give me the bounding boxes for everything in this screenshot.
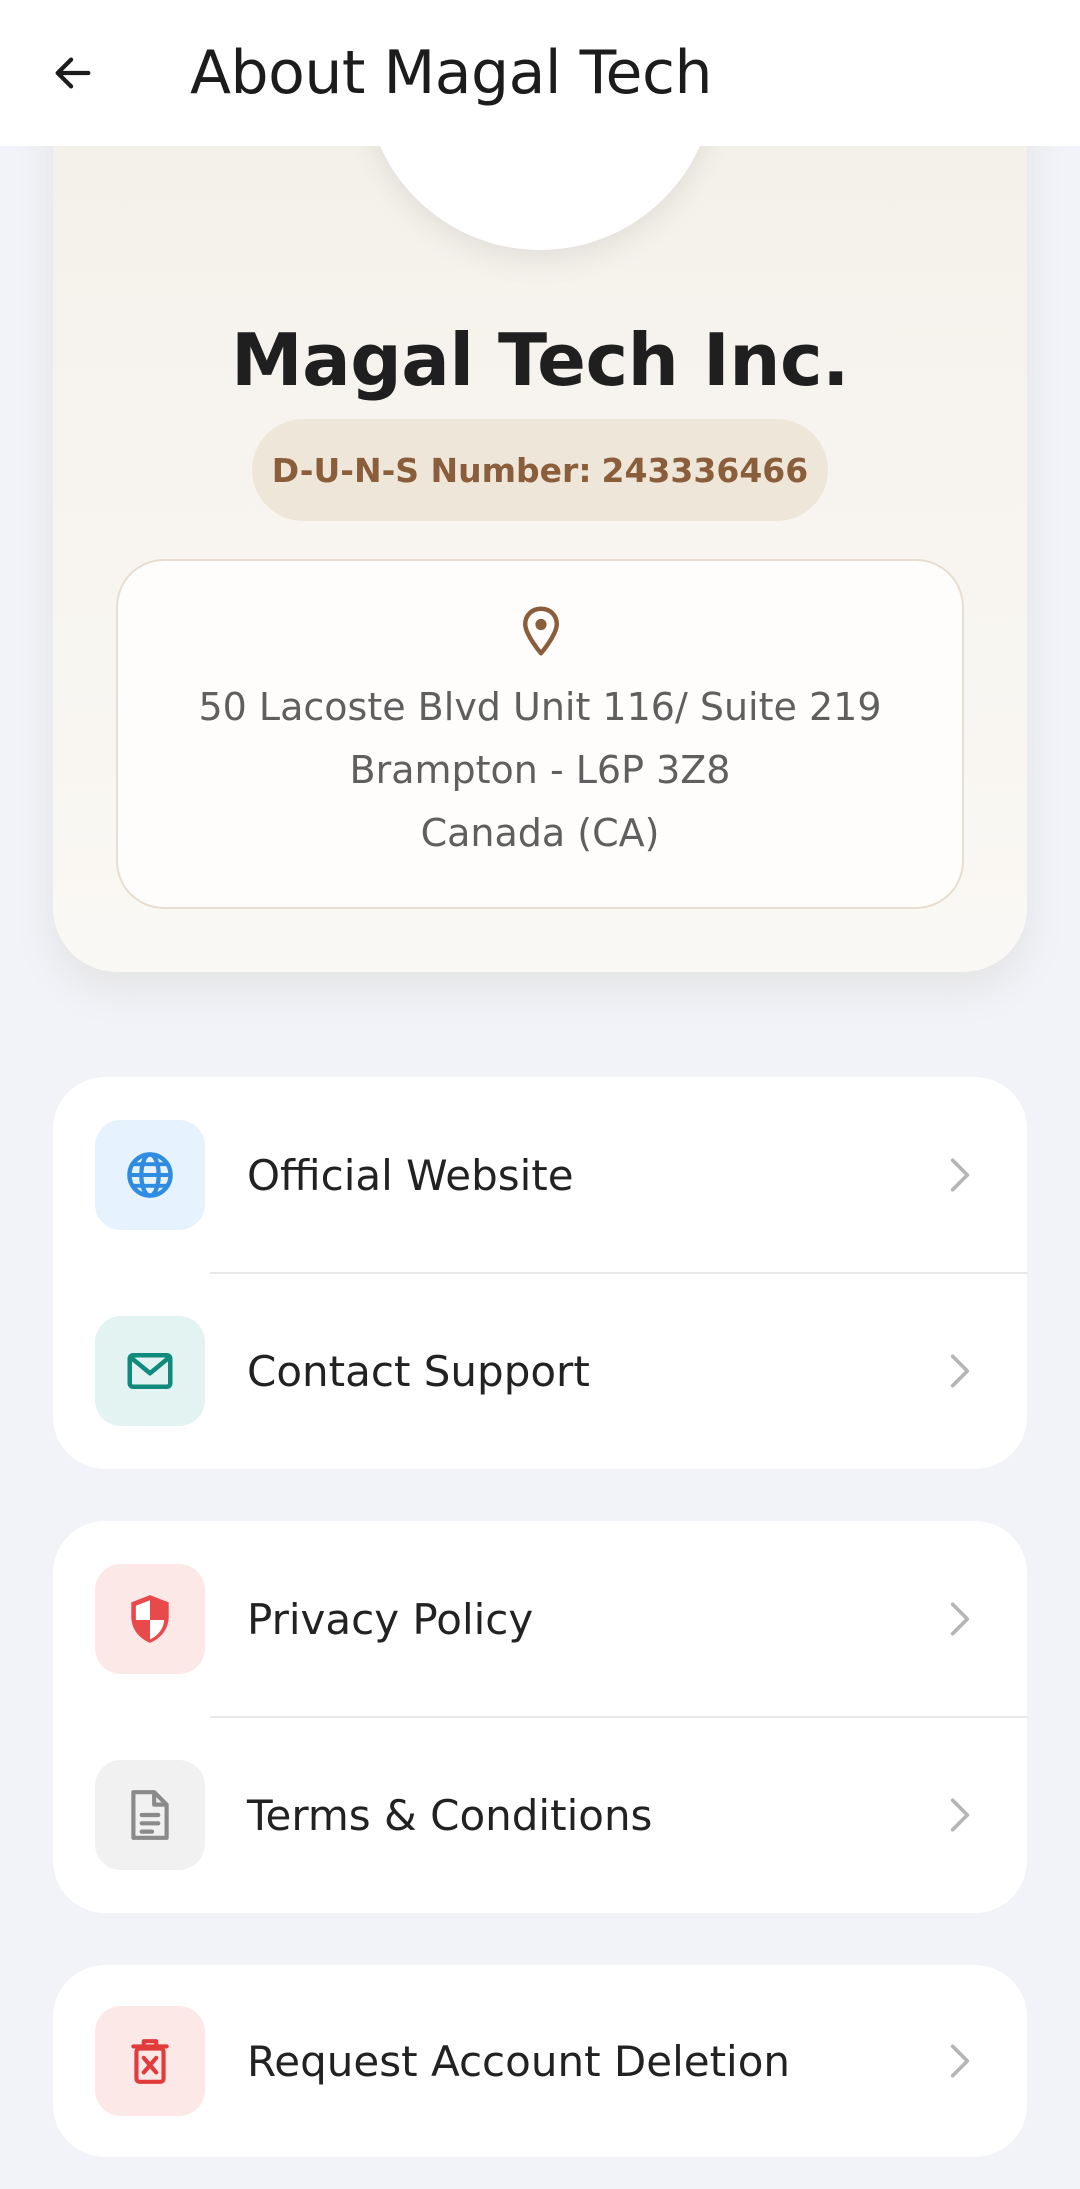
- globe-icon-tile: [95, 1120, 205, 1230]
- contact-support-label: Contact Support: [247, 1346, 590, 1396]
- official-website-row[interactable]: Official Website: [53, 1077, 1027, 1273]
- request-account-deletion-label: Request Account Deletion: [247, 2036, 791, 2086]
- mail-icon-tile: [95, 1316, 205, 1426]
- duns-label: D-U-N-S Number:: [271, 450, 592, 490]
- mail-icon: [127, 1353, 173, 1389]
- privacy-policy-label: Privacy Policy: [247, 1594, 534, 1644]
- shield-icon: [131, 1595, 169, 1643]
- globe-icon: [127, 1152, 173, 1198]
- chevron-right-icon: [945, 2039, 975, 2083]
- official-website-label: Official Website: [247, 1150, 574, 1200]
- app-bar: About Magal Tech: [0, 0, 1080, 146]
- document-icon: [131, 1790, 169, 1840]
- arrow-left-icon: [55, 57, 91, 89]
- chevron-right-icon: [945, 1793, 975, 1837]
- request-account-deletion-row[interactable]: Request Account Deletion: [53, 1965, 1027, 2157]
- back-button[interactable]: [0, 0, 146, 146]
- contact-support-row[interactable]: Contact Support: [53, 1273, 1027, 1469]
- shield-icon-tile: [95, 1564, 205, 1674]
- address-box: 50 Lacoste Blvd Unit 116/ Suite 219 Bram…: [116, 559, 964, 909]
- terms-conditions-label: Terms & Conditions: [247, 1790, 653, 1840]
- trash-icon-tile: [95, 2006, 205, 2116]
- duns-badge: D-U-N-S Number: 243336466: [252, 419, 828, 521]
- location-pin-icon: [522, 606, 560, 656]
- duns-value: 243336466: [601, 450, 809, 490]
- menu-group-links: Official Website Contact Support: [53, 1077, 1028, 1469]
- menu-group-legal: Privacy Policy Terms & Conditions: [53, 1521, 1028, 1913]
- chevron-right-icon: [945, 1153, 975, 1197]
- terms-conditions-row[interactable]: Terms & Conditions: [53, 1717, 1027, 1913]
- company-name: Magal Tech Inc.: [230, 318, 850, 402]
- menu-group-account: Request Account Deletion: [53, 1965, 1027, 2157]
- address-line-3: Canada (CA): [420, 811, 660, 855]
- company-profile-card: Magal Tech Inc. D-U-N-S Number: 24333646…: [53, 60, 1027, 972]
- privacy-policy-row[interactable]: Privacy Policy: [53, 1521, 1027, 1717]
- trash-icon: [131, 2039, 169, 2084]
- document-icon-tile: [95, 1760, 205, 1870]
- chevron-right-icon: [945, 1349, 975, 1393]
- address-line-2: Brampton - L6P 3Z8: [349, 748, 731, 792]
- page-title: About Magal Tech: [190, 38, 712, 108]
- chevron-right-icon: [945, 1597, 975, 1641]
- address-line-1: 50 Lacoste Blvd Unit 116/ Suite 219: [198, 685, 882, 729]
